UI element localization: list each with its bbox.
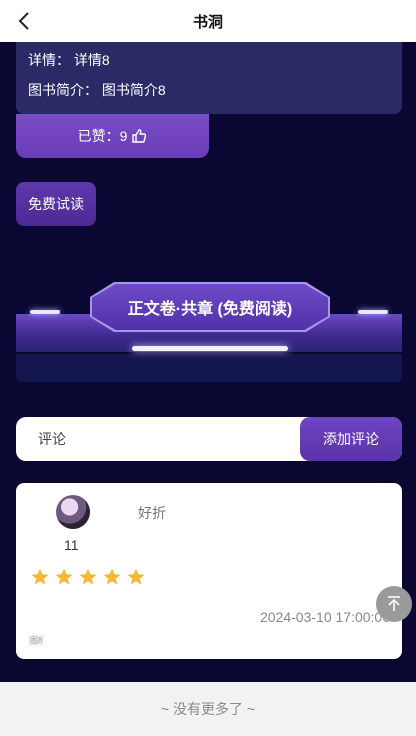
star-icon (103, 568, 121, 585)
thumbs-up-icon (132, 129, 147, 143)
star-icon (55, 568, 73, 585)
detail-label: 详情： (28, 52, 70, 68)
comment-card: 好折 11 2024-03-10 17:00:06 图8 (16, 483, 402, 659)
free-read-button[interactable]: 免费试读 (16, 182, 96, 226)
book-detail-panel: 详情： 详情8 图书简介： 图书简介8 (16, 42, 402, 114)
like-count-label: 已赞：9 (77, 128, 128, 144)
intro-value: 图书简介8 (101, 82, 166, 98)
add-comment-button[interactable]: 添加评论 (300, 417, 402, 461)
volume-title-button[interactable]: 正文卷·共章 (免费阅读) (92, 284, 328, 330)
star-icon (79, 568, 97, 585)
arrow-up-icon (388, 596, 400, 611)
banner-light-left (30, 310, 60, 314)
detail-value: 详情8 (73, 52, 110, 68)
back-button[interactable] (12, 9, 36, 33)
page-title: 书洞 (192, 13, 223, 31)
rating-stars (30, 567, 146, 587)
list-end-footer: ~ 没有更多了 ~ (0, 682, 416, 736)
intro-row: 图书简介： 图书简介8 (28, 80, 166, 100)
intro-label: 图书简介： (28, 82, 98, 98)
comment-user-name: 好折 (138, 505, 166, 521)
like-button[interactable]: 已赞：9 (16, 114, 209, 158)
star-icon (127, 568, 145, 585)
star-icon (31, 568, 49, 585)
top-nav-bar: 书洞 (0, 0, 416, 42)
comment-input[interactable] (16, 417, 300, 461)
avatar[interactable] (56, 495, 90, 529)
detail-row: 详情： 详情8 (28, 50, 110, 70)
volume-banner: 正文卷·共章 (免费阅读) (16, 280, 402, 382)
main-content: 详情： 详情8 图书简介： 图书简介8 已赞：9 免费试读 正文卷·共章 (免费… (0, 42, 416, 682)
banner-lower-panel (16, 354, 402, 382)
chevron-left-icon (18, 12, 29, 30)
comment-image-tag: 图8 (28, 635, 45, 646)
banner-light-right (358, 310, 388, 314)
comment-like-count: 11 (64, 537, 79, 553)
comment-timestamp: 2024-03-10 17:00:06 (260, 609, 390, 625)
comment-bar: 添加评论 (16, 417, 402, 461)
banner-light-center (132, 346, 288, 351)
scroll-to-top-button[interactable] (376, 586, 412, 622)
